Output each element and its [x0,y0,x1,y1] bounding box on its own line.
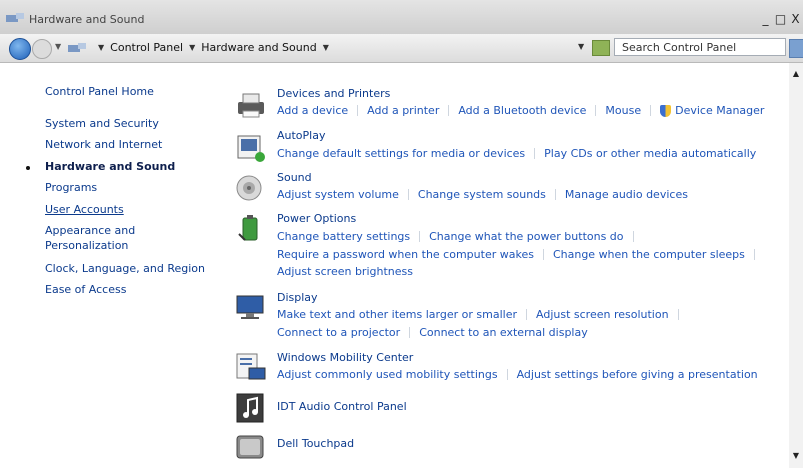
link-change-default-settings[interactable]: Change default settings for media or dev… [277,147,525,160]
link-adjust-presentation-settings[interactable]: Adjust settings before giving a presenta… [517,368,758,381]
nav-system-and-security[interactable]: System and Security [45,117,159,130]
display-links-row2: Connect to a projector Connect to an ext… [277,326,588,339]
chevron-down-icon[interactable]: ▼ [98,43,104,52]
separator [409,327,411,338]
link-add-bluetooth-device[interactable]: Add a Bluetooth device [458,104,586,117]
minimize-button[interactable]: _ [758,13,773,27]
audio-note-icon [236,393,264,423]
display-title[interactable]: Display [277,291,318,304]
link-make-text-larger[interactable]: Make text and other items larger or smal… [277,308,517,321]
scroll-up-arrow-icon[interactable]: ▲ [789,69,803,79]
idt-audio-control-panel-title[interactable]: IDT Audio Control Panel [277,400,407,413]
link-connect-external-display[interactable]: Connect to an external display [419,326,588,339]
monitor-icon [236,295,264,319]
nav-network-and-internet[interactable]: Network and Internet [45,138,162,151]
autoplay-icon [237,135,265,162]
power-options-title[interactable]: Power Options [277,212,356,225]
separator [753,249,755,260]
link-adjust-screen-resolution[interactable]: Adjust screen resolution [536,308,669,321]
search-icon[interactable] [789,39,803,58]
link-adjust-mobility-settings[interactable]: Adjust commonly used mobility settings [277,368,498,381]
windows-mobility-center-title[interactable]: Windows Mobility Center [277,351,413,364]
link-change-power-buttons[interactable]: Change what the power buttons do [429,230,623,243]
sound-title[interactable]: Sound [277,171,312,184]
touchpad-icon [236,435,264,459]
autoplay-title[interactable]: AutoPlay [277,129,325,142]
nav-appearance-line1[interactable]: Appearance and [45,224,135,237]
window-controls: _ □ X [758,13,803,29]
close-button[interactable]: X [788,13,803,27]
link-change-battery-settings[interactable]: Change battery settings [277,230,410,243]
separator [506,369,508,380]
refresh-icon[interactable] [592,40,610,56]
shield-icon [660,104,672,117]
sound-links: Adjust system volume Change system sound… [277,188,688,201]
nav-programs[interactable]: Programs [45,181,97,194]
link-connect-to-projector[interactable]: Connect to a projector [277,326,400,339]
recent-pages-dropdown-icon[interactable]: ▼ [55,42,61,51]
back-button[interactable] [9,38,31,60]
separator [448,105,450,116]
breadcrumb-control-panel[interactable]: Control Panel [110,41,183,54]
separator [650,105,652,116]
separator [407,189,409,200]
nav-hardware-and-sound[interactable]: Hardware and Sound [45,160,175,173]
power-links-row2: Require a password when the computer wak… [277,248,755,261]
separator [542,249,544,260]
breadcrumb: ▼ Control Panel ▼ Hardware and Sound ▼ [92,41,335,54]
breadcrumb-hardware-and-sound[interactable]: Hardware and Sound [201,41,316,54]
control-panel-icon [6,13,24,22]
link-change-system-sounds[interactable]: Change system sounds [418,188,546,201]
mobility-icon [236,353,266,380]
link-device-manager[interactable]: Device Manager [675,104,764,117]
chevron-down-icon[interactable]: ▼ [189,43,195,52]
display-links-row1: Make text and other items larger or smal… [277,308,679,321]
scroll-down-arrow-icon[interactable]: ▼ [789,451,803,463]
separator [595,105,597,116]
window-title: Hardware and Sound [29,13,145,26]
battery-icon [238,215,258,241]
control-panel-icon [68,43,86,52]
search-input[interactable]: Search Control Panel [614,38,786,56]
separator [357,105,359,116]
chevron-down-icon[interactable]: ▼ [323,43,329,52]
separator [554,189,556,200]
separator [419,231,421,242]
link-manage-audio-devices[interactable]: Manage audio devices [565,188,688,201]
autoplay-links: Change default settings for media or dev… [277,147,756,160]
forward-button[interactable] [32,39,52,59]
nav-clock-language-region[interactable]: Clock, Language, and Region [45,262,205,275]
link-change-when-sleeps[interactable]: Change when the computer sleeps [553,248,745,261]
dell-touchpad-title[interactable]: Dell Touchpad [277,437,354,450]
nav-appearance-line2[interactable]: Personalization [45,239,128,252]
nav-control-panel-home[interactable]: Control Panel Home [45,85,154,98]
link-mouse[interactable]: Mouse [605,104,641,117]
mobility-links: Adjust commonly used mobility settings A… [277,368,758,381]
link-require-password-on-wake[interactable]: Require a password when the computer wak… [277,248,534,261]
speaker-icon [236,175,262,201]
address-bar: ▼ ▼ Control Panel ▼ Hardware and Sound ▼… [0,34,803,63]
devices-and-printers-title[interactable]: Devices and Printers [277,87,390,100]
title-bar: Hardware and Sound _ □ X [0,0,803,34]
power-links-row1: Change battery settings Change what the … [277,230,634,243]
separator [526,309,527,320]
separator [632,231,634,242]
nav-ease-of-access[interactable]: Ease of Access [45,283,126,296]
link-adjust-system-volume[interactable]: Adjust system volume [277,188,399,201]
separator [534,148,536,159]
current-page-bullet-icon [26,166,30,170]
devices-links: Add a device Add a printer Add a Bluetoo… [277,104,764,117]
address-dropdown-icon[interactable]: ▼ [578,42,584,51]
link-play-cds[interactable]: Play CDs or other media automatically [544,147,756,160]
link-adjust-screen-brightness[interactable]: Adjust screen brightness [277,265,413,278]
link-add-a-device[interactable]: Add a device [277,104,348,117]
printer-icon [238,93,264,118]
separator [677,309,679,320]
power-links-row3: Adjust screen brightness [277,265,413,278]
vertical-scrollbar[interactable]: ▲ ▼ [789,63,803,468]
nav-user-accounts[interactable]: User Accounts [45,203,124,216]
link-add-a-printer[interactable]: Add a printer [367,104,439,117]
maximize-button[interactable]: □ [773,13,788,27]
